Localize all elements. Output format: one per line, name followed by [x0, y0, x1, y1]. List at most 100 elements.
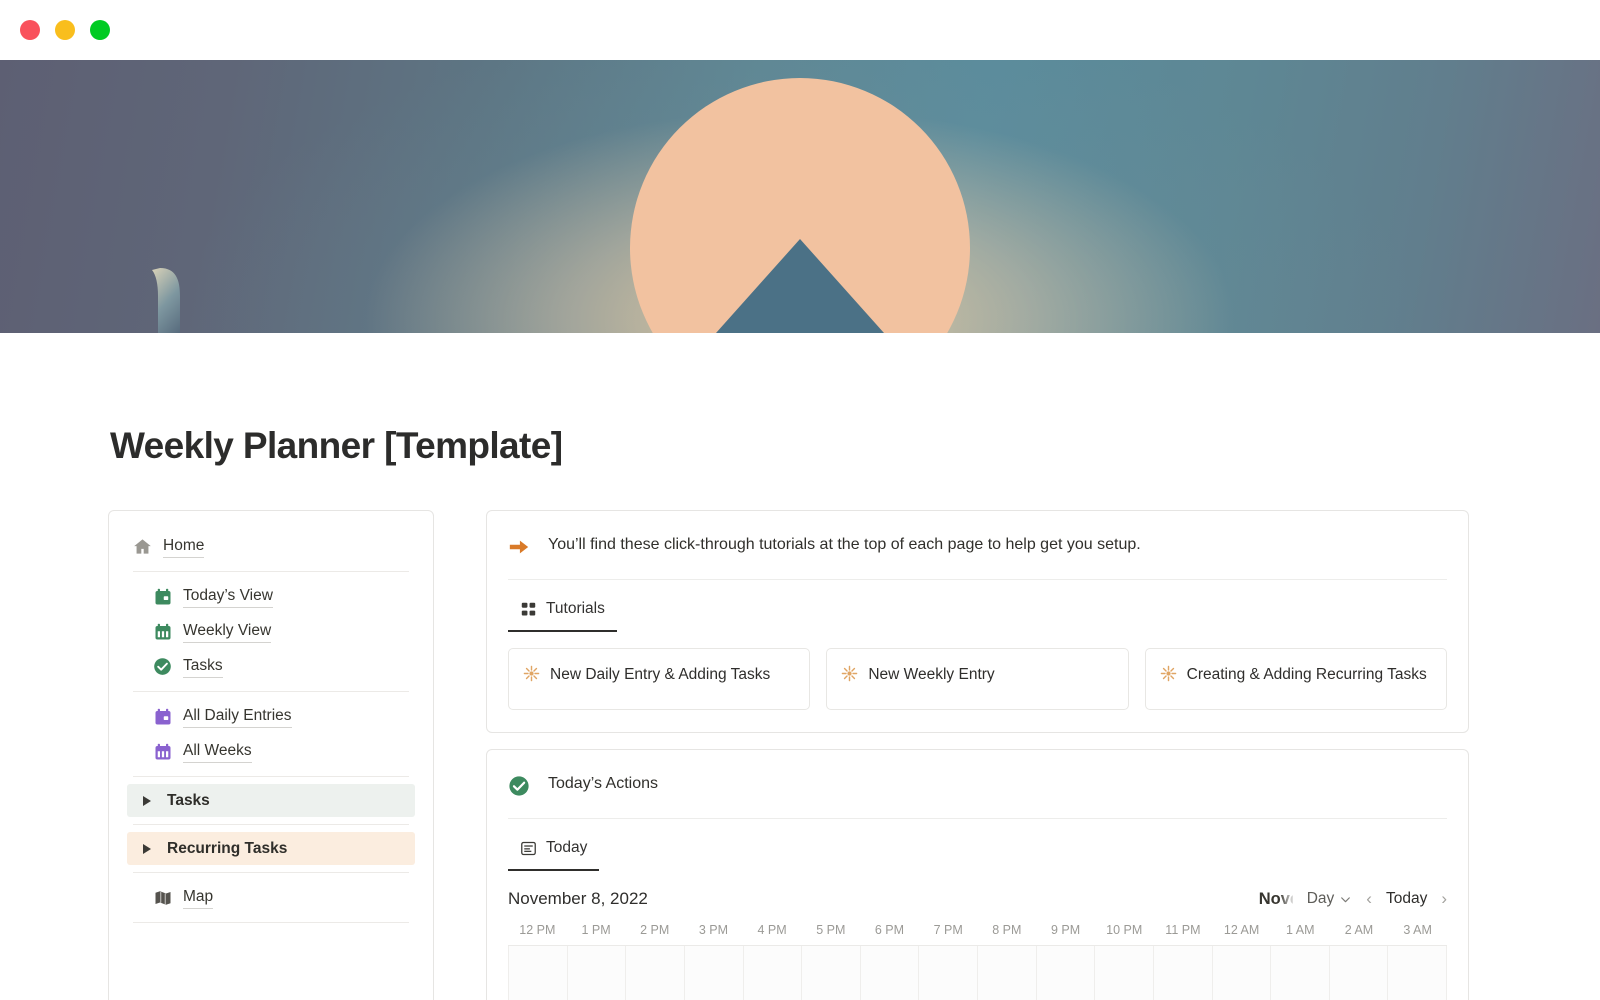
- timeline-slot[interactable]: [508, 946, 568, 1000]
- timeline-hour-label: 3 PM: [698, 923, 728, 937]
- timeline-hour: 10 PM: [1095, 923, 1154, 937]
- tutorial-card[interactable]: Creating & Adding Recurring Tasks: [1144, 648, 1447, 710]
- timeline-hour: 3 AM: [1388, 923, 1447, 937]
- sidebar-divider: [133, 691, 409, 692]
- timeline-slot[interactable]: [567, 946, 627, 1000]
- tutorials-callout-text: You’ll find these click-through tutorial…: [548, 536, 1141, 553]
- calendar-week-purple-icon: [153, 742, 172, 761]
- timeline-slot[interactable]: [1271, 946, 1330, 1000]
- tutorial-card-label: Creating & Adding Recurring Tasks: [1186, 666, 1427, 683]
- sparkle-icon: [841, 665, 858, 689]
- window-titlebar: [0, 0, 1600, 60]
- page-title: Weekly Planner [Template]: [110, 425, 563, 466]
- timeline-hour: 2 PM: [625, 923, 684, 937]
- sidebar-item-all-daily-entries-label: All Daily Entries: [183, 706, 292, 728]
- check-circle-green-icon: [153, 657, 172, 676]
- sidebar-item-home[interactable]: Home: [127, 529, 415, 564]
- navigation-sidebar: Home Today’s View Weekly View Tasks All …: [108, 510, 434, 1000]
- sidebar-divider: [133, 872, 409, 873]
- todays-actions-header: Today’s Actions: [508, 770, 1447, 819]
- timeline-grid[interactable]: [508, 945, 1447, 1000]
- sidebar-item-todays-view[interactable]: Today’s View: [127, 579, 415, 614]
- page-cover-banner: [0, 60, 1600, 333]
- timeline-hour-label: 10 PM: [1106, 923, 1143, 937]
- timeline-slot[interactable]: [626, 946, 685, 1000]
- timeline-prev-button[interactable]: ‹: [1366, 889, 1372, 909]
- grid-icon: [520, 601, 537, 618]
- timeline-hour-label: 7 PM: [933, 923, 963, 937]
- close-button[interactable]: [20, 20, 40, 40]
- sidebar-item-tasks[interactable]: Tasks: [127, 649, 415, 684]
- timeline-hour: 5 PM: [801, 923, 860, 937]
- timeline-hour: 6 PM: [860, 923, 919, 937]
- timeline-header: November 8, 2022 Nove Day ‹ Today ›: [508, 889, 1447, 909]
- home-icon: [133, 537, 152, 556]
- check-circle-green-icon: [508, 775, 530, 802]
- timeline-scale-label: Day: [1306, 890, 1335, 907]
- sidebar-toggle-tasks[interactable]: Tasks: [127, 784, 415, 817]
- timeline-hour-label: 11 PM: [1165, 923, 1201, 937]
- sidebar-item-map[interactable]: Map: [127, 880, 415, 915]
- sidebar-item-all-weeks[interactable]: All Weeks: [127, 734, 415, 769]
- timeline-hour: 1 PM: [567, 923, 626, 937]
- timeline-slot[interactable]: [860, 946, 920, 1000]
- timeline-date: November 8, 2022: [508, 889, 648, 908]
- timeline-scale-select[interactable]: Day: [1307, 890, 1353, 908]
- timeline-hour-labels: 12 PM 1 PM 2 PM 3 PM 4 PM 5 PM 6 PM 7 PM…: [508, 923, 1447, 937]
- sidebar-divider: [133, 776, 409, 777]
- tab-today-label: Today: [546, 839, 588, 856]
- timeline-today-button[interactable]: Today: [1386, 890, 1427, 908]
- sidebar-toggle-recurring-tasks[interactable]: Recurring Tasks: [127, 832, 415, 865]
- timeline-slot[interactable]: [978, 946, 1037, 1000]
- sidebar-item-weekly-view[interactable]: Weekly View: [127, 614, 415, 649]
- timeline-hour: 11 PM: [1154, 923, 1213, 937]
- timeline-slot[interactable]: [1329, 946, 1389, 1000]
- sidebar-item-all-daily-entries[interactable]: All Daily Entries: [127, 699, 415, 734]
- chevron-down-icon: [1341, 896, 1351, 902]
- sparkle-icon: [523, 665, 540, 689]
- timeline-hour-label: 12 PM: [519, 923, 556, 937]
- sidebar-item-tasks-label: Tasks: [183, 656, 223, 678]
- tab-tutorials-label: Tutorials: [546, 600, 605, 617]
- tutorial-card[interactable]: New Daily Entry & Adding Tasks: [508, 648, 811, 710]
- sidebar-divider: [133, 922, 409, 923]
- timeline-hour: 3 PM: [684, 923, 743, 937]
- timeline-slot[interactable]: [919, 946, 978, 1000]
- timeline-slot[interactable]: [1153, 946, 1213, 1000]
- todays-actions-title: Today’s Actions: [548, 775, 658, 792]
- timeline-slot[interactable]: [802, 946, 861, 1000]
- tutorial-card[interactable]: New Weekly Entry: [826, 648, 1129, 710]
- timeline-hour-label: 1 PM: [581, 923, 611, 937]
- timeline-hour-label: 8 PM: [992, 923, 1022, 937]
- minimize-button[interactable]: [55, 20, 75, 40]
- tutorials-panel: You’ll find these click-through tutorial…: [486, 510, 1469, 733]
- timeline-hour-label: 3 AM: [1403, 923, 1432, 937]
- tutorial-card-label: New Weekly Entry: [868, 666, 995, 683]
- timeline-slot[interactable]: [743, 946, 803, 1000]
- sidebar-item-all-weeks-label: All Weeks: [183, 741, 252, 763]
- tab-tutorials[interactable]: Tutorials: [508, 592, 617, 632]
- timeline-hour: 2 AM: [1330, 923, 1389, 937]
- timeline-slot[interactable]: [1095, 946, 1154, 1000]
- maximize-button[interactable]: [90, 20, 110, 40]
- timeline-slot[interactable]: [1212, 946, 1272, 1000]
- loading-spinner-icon: [234, 965, 344, 1000]
- chevron-right-icon: [143, 795, 151, 806]
- timeline-hour-label: 2 PM: [640, 923, 670, 937]
- tab-today[interactable]: Today: [508, 831, 600, 871]
- timeline-hour-label: 6 PM: [874, 923, 905, 937]
- timeline-slot[interactable]: [1036, 946, 1096, 1000]
- timeline-hour-label: 2 AM: [1344, 923, 1374, 937]
- brand-logo-icon: [152, 268, 180, 333]
- timeline-hour-label: 9 PM: [1050, 923, 1081, 937]
- sidebar-toggle-tasks-label: Tasks: [167, 791, 210, 809]
- timeline-month-label: Nove: [1258, 889, 1293, 908]
- timeline-next-button[interactable]: ›: [1441, 889, 1447, 909]
- timeline-slot[interactable]: [684, 946, 744, 1000]
- calendar-day-purple-icon: [153, 707, 172, 726]
- calendar-week-green-icon: [153, 622, 172, 641]
- sparkle-icon: [1160, 665, 1177, 689]
- map-icon: [153, 888, 172, 907]
- timeline-slot[interactable]: [1388, 946, 1447, 1000]
- tutorial-card-label: New Daily Entry & Adding Tasks: [550, 666, 771, 683]
